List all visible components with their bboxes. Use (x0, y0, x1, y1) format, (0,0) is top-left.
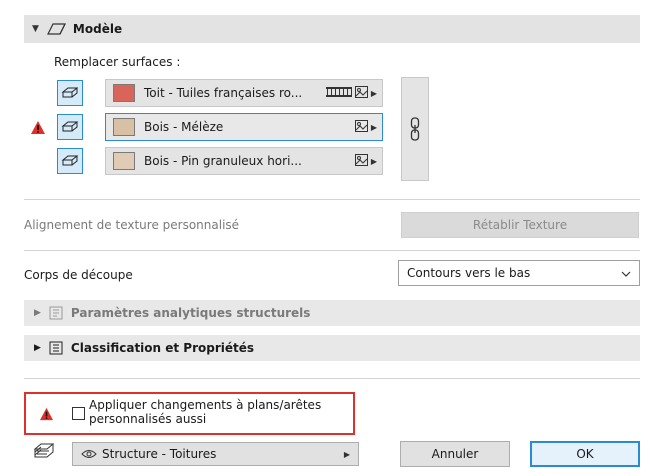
warning-icon (39, 407, 54, 424)
material-preview-icon (354, 153, 368, 169)
expand-triangle-icon: ▶ (34, 308, 41, 318)
surface-side-toggle[interactable] (57, 114, 83, 140)
caret-right-icon: ▶ (370, 156, 377, 166)
analytic-params-row[interactable]: ▶ Paramètres analytiques structurels (24, 300, 640, 326)
analytic-params-icon (49, 306, 63, 320)
surface-top-toggle[interactable] (57, 80, 83, 106)
cut-body-label: Corps de découpe (24, 268, 133, 282)
expand-triangle-icon: ▶ (34, 343, 41, 353)
chain-link-icon (410, 117, 420, 141)
surface-bottom-toggle[interactable] (57, 148, 83, 174)
texture-alignment-label: Alignement de texture personnalisé (24, 218, 240, 232)
layer-name: Structure - Toitures (102, 447, 217, 461)
apply-changes-label-line1: Appliquer changements à plans/arêtes (89, 398, 322, 412)
color-swatch (113, 118, 135, 136)
classification-icon (49, 341, 63, 355)
divider (24, 250, 640, 251)
caret-right-icon: ▶ (343, 449, 350, 459)
chevron-down-icon (621, 266, 631, 280)
cut-body-value: Contours vers le bas (407, 266, 531, 280)
surface-picker-bottom[interactable]: Bois - Pin granuleux hori... ▶ (105, 147, 383, 175)
surface-name: Toit - Tuiles françaises ro... (144, 86, 303, 100)
apply-changes-checkbox[interactable] (72, 407, 85, 420)
surface-name: Bois - Mélèze (144, 120, 224, 134)
surface-name: Bois - Pin granuleux hori... (144, 154, 302, 168)
divider (24, 199, 640, 200)
caret-right-icon: ▶ (370, 88, 377, 98)
material-preview-icon (354, 85, 368, 101)
color-swatch (113, 152, 135, 170)
cancel-button[interactable]: Annuler (400, 441, 510, 467)
surface-picker-side[interactable]: Bois - Mélèze ▶ (105, 113, 383, 141)
tile-pattern-icon (325, 86, 352, 101)
surface-bottom-icon (61, 155, 79, 166)
link-surfaces-button[interactable] (401, 77, 429, 181)
collapse-triangle-icon[interactable]: ▼ (32, 24, 39, 34)
classification-label: Classification et Propriétés (70, 341, 255, 355)
reset-texture-button[interactable]: Rétablir Texture (401, 212, 639, 238)
warning-icon (30, 120, 46, 138)
model-section-header[interactable]: ▼ Modèle (24, 15, 640, 43)
layer-picker[interactable]: Structure - Toitures ▶ (72, 442, 359, 466)
eye-icon (81, 449, 97, 459)
caret-right-icon: ▶ (370, 122, 377, 132)
ok-button[interactable]: OK (530, 441, 640, 467)
surface-top-icon (61, 87, 79, 98)
classification-row[interactable]: ▶ Classification et Propriétés (24, 335, 640, 361)
model-shape-icon (46, 22, 67, 36)
material-preview-icon (354, 119, 368, 135)
analytic-params-label: Paramètres analytiques structurels (70, 306, 311, 320)
color-swatch (113, 84, 135, 102)
apply-changes-label-line2: personnalisés aussi (89, 412, 207, 426)
layer-icon (33, 443, 55, 462)
surface-side-icon (61, 121, 79, 132)
section-title: Modèle (72, 22, 123, 36)
surfaces-label: Remplacer surfaces : (54, 55, 181, 69)
divider (24, 378, 640, 379)
apply-changes-highlight: Appliquer changements à plans/arêtes per… (24, 392, 355, 435)
surface-picker-top[interactable]: Toit - Tuiles françaises ro... ▶ (105, 79, 383, 107)
apply-changes-label: Appliquer changements à plans/arêtes per… (89, 398, 321, 426)
cut-body-dropdown[interactable]: Contours vers le bas (398, 260, 640, 286)
